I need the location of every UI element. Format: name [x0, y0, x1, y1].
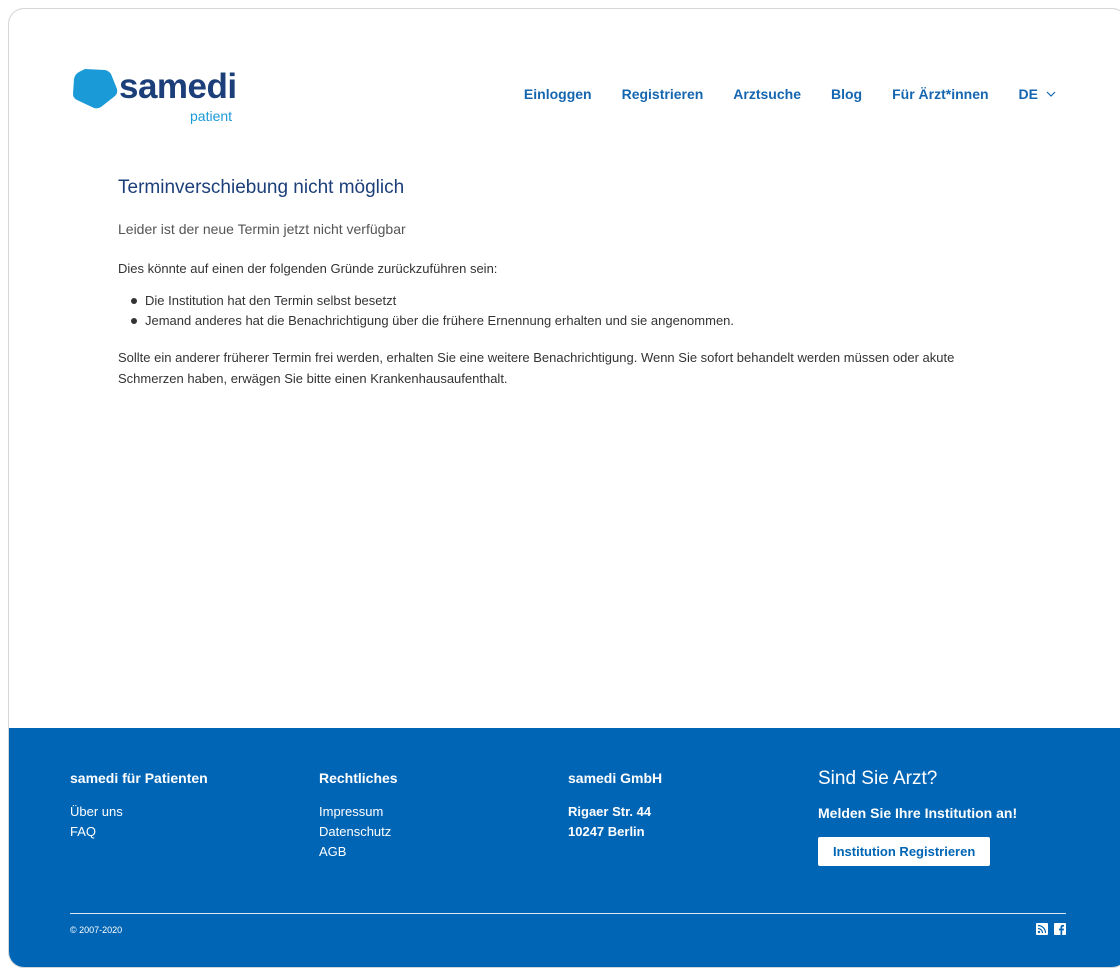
- info-note: Sollte ein anderer früherer Termin frei …: [118, 350, 955, 386]
- footer-link-about[interactable]: Über uns: [70, 802, 208, 822]
- nav-blog[interactable]: Blog: [831, 86, 862, 102]
- reasons-intro: Dies könnte auf einen der folgenden Grün…: [118, 261, 498, 276]
- nav-login[interactable]: Einloggen: [524, 86, 592, 102]
- footer-heading: samedi für Patienten: [70, 770, 208, 786]
- rss-icon[interactable]: [1036, 922, 1048, 935]
- footer: samedi für Patienten Über uns FAQ Rechtl…: [9, 728, 1120, 967]
- nav-doctor-search[interactable]: Arztsuche: [733, 86, 801, 102]
- nav-for-doctors[interactable]: Für Ärzt*innen: [892, 86, 988, 102]
- list-item: Die Institution hat den Termin selbst be…: [118, 291, 1018, 311]
- footer-link-privacy[interactable]: Datenschutz: [319, 822, 398, 842]
- samedi-logo[interactable]: samedi patient: [71, 67, 251, 129]
- footer-col-legal: Rechtliches Impressum Datenschutz AGB: [319, 770, 398, 862]
- copyright: © 2007-2020: [70, 925, 123, 935]
- register-institution-button[interactable]: Institution Registrieren: [818, 837, 991, 866]
- footer-link-imprint[interactable]: Impressum: [319, 802, 398, 822]
- cta-subtitle: Melden Sie Ihre Institution an!: [818, 805, 1018, 821]
- footer-col-patients: samedi für Patienten Über uns FAQ: [70, 770, 208, 842]
- footer-heading: Rechtliches: [319, 770, 398, 786]
- facebook-icon[interactable]: [1054, 922, 1066, 935]
- page: samedi patient Einloggen Registrieren Ar…: [8, 8, 1120, 968]
- social-links: [1036, 922, 1066, 935]
- nav-register[interactable]: Registrieren: [622, 86, 704, 102]
- footer-heading: samedi GmbH: [568, 770, 663, 786]
- language-selector[interactable]: DE: [1019, 86, 1056, 102]
- language-label: DE: [1018, 86, 1038, 102]
- footer-cta: Sind Sie Arzt? Melden Sie Ihre Instituti…: [818, 768, 1017, 866]
- footer-divider: [70, 913, 1066, 914]
- address-city: 10247 Berlin: [568, 824, 645, 839]
- cta-title: Sind Sie Arzt?: [818, 768, 938, 789]
- page-subtitle: Leider ist der neue Termin jetzt nicht v…: [118, 221, 406, 237]
- chevron-down-icon: [1046, 91, 1056, 97]
- main-content: Terminverschiebung nicht möglich Leider …: [118, 177, 1018, 389]
- footer-link-faq[interactable]: FAQ: [70, 822, 208, 842]
- footer-col-company: samedi GmbH Rigaer Str. 44 10247 Berlin: [568, 770, 662, 842]
- page-title: Terminverschiebung nicht möglich: [118, 177, 405, 198]
- address-street: Rigaer Str. 44: [568, 804, 652, 819]
- footer-link-terms[interactable]: AGB: [319, 842, 398, 862]
- logo-wordmark: samedi: [119, 67, 237, 106]
- logo-pentagon-icon: [73, 69, 118, 109]
- top-nav: Einloggen Registrieren Arztsuche Blog Fü…: [494, 86, 1056, 102]
- list-item: Jemand anderes hat die Benachrichtigung …: [118, 311, 1018, 331]
- reasons-list: Die Institution hat den Termin selbst be…: [118, 291, 1018, 331]
- logo-subtitle: patient: [190, 108, 233, 124]
